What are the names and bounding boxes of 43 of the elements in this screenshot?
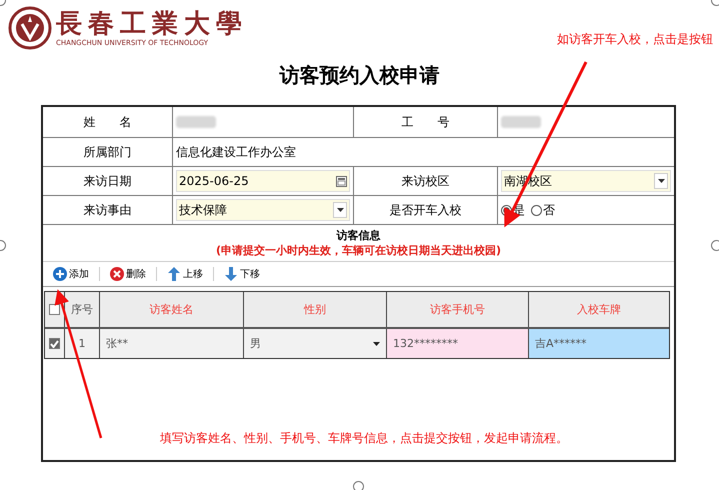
caret-icon	[336, 208, 344, 212]
section-note: (申请提交一小时内生效，车辆可在访校日期当天进出校园)	[214, 243, 502, 258]
field-label: 姓 名	[43, 107, 173, 137]
table-cell[interactable]: 132********	[387, 329, 529, 358]
radio-option[interactable]: 否	[531, 202, 555, 218]
blurred-value	[176, 116, 216, 128]
annotation-text: 填写访客姓名、性别、手机号、车牌号信息，点击提交按钮，发起申请流程。	[160, 430, 568, 447]
table-cell[interactable]: 吉A******	[529, 329, 669, 358]
dropdown-field[interactable]: 技术保障	[176, 199, 350, 221]
up-arrow-icon	[167, 267, 181, 281]
radio-button[interactable]	[531, 204, 542, 216]
field-value: 信息化建设工作办公室	[176, 144, 296, 160]
emblem-icon	[8, 6, 52, 50]
delete-icon	[110, 267, 124, 281]
check-icon	[50, 340, 59, 348]
add-icon	[53, 267, 67, 281]
field-label: 来访日期	[43, 167, 173, 195]
field-label: 是否开车入校	[354, 196, 498, 224]
resize-handle-icon[interactable]	[711, 240, 719, 251]
down-arrow-icon	[224, 267, 238, 281]
field-label: 来访事由	[43, 196, 173, 224]
page-title: 访客预约入校申请	[278, 62, 440, 89]
row-number: 1	[65, 329, 100, 358]
field-label: 工 号	[354, 107, 498, 137]
toolbar-button[interactable]: 下移	[222, 267, 262, 281]
checkbox[interactable]	[49, 304, 60, 315]
toolbar-button[interactable]: 添加	[51, 267, 91, 281]
section-title: 访客信息	[335, 228, 382, 243]
calendar-icon	[336, 176, 347, 186]
dropdown-cell[interactable]: 男	[244, 329, 387, 358]
resize-handle-icon[interactable]	[353, 481, 364, 490]
annotation-text: 如访客开车入校，点击是按钮	[557, 31, 714, 48]
field-label: 来访校区	[354, 167, 498, 195]
blurred-value	[501, 116, 541, 128]
caret-icon	[373, 342, 380, 346]
toolbar-button[interactable]: 上移	[165, 267, 205, 281]
caret-icon	[658, 179, 664, 183]
date-field[interactable]: 2025-06-25	[176, 170, 350, 192]
table-cell[interactable]: 张**	[100, 329, 244, 358]
toolbar-button[interactable]: 删除	[108, 267, 148, 281]
field-label: 所属部门	[43, 138, 173, 166]
university-name: 長春工業大學	[56, 8, 248, 38]
checkbox[interactable]	[49, 338, 60, 349]
